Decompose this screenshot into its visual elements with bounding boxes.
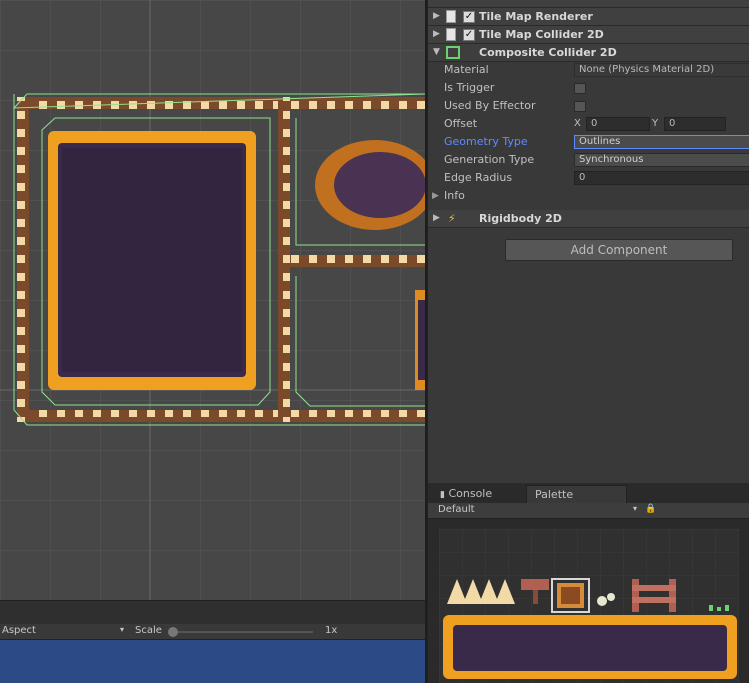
palette-toolbar: Default ▾ 🔒: [427, 503, 749, 519]
palette-dropdown[interactable]: Default: [438, 504, 475, 515]
geometry-type-label: Geometry Type: [444, 135, 528, 148]
material-label: Material: [444, 63, 489, 76]
geometry-type-dropdown[interactable]: Outlines: [574, 135, 749, 149]
tab-label: Console: [448, 487, 493, 500]
platform-right-mid: [290, 255, 425, 267]
tab-palette[interactable]: Palette: [526, 485, 627, 503]
component-title: Tile Map Collider 2D: [479, 28, 604, 41]
edge-radius-label: Edge Radius: [444, 171, 513, 184]
fold-arrow-icon[interactable]: ▶: [433, 213, 440, 223]
fold-arrow-icon[interactable]: ▶: [433, 29, 440, 39]
platform-left: [17, 97, 29, 422]
info-label[interactable]: Info: [444, 188, 465, 204]
component-header-composite-collider[interactable]: ▼ Composite Collider 2D: [428, 44, 749, 62]
used-by-effector-label: Used By Effector: [444, 99, 536, 112]
is-trigger-label: Is Trigger: [444, 81, 495, 94]
scale-value: 1x: [325, 625, 338, 636]
is-trigger-checkbox[interactable]: [574, 83, 586, 94]
used-by-effector-checkbox[interactable]: [574, 101, 586, 112]
edge-radius-input[interactable]: 0: [574, 171, 749, 185]
offset-label: Offset: [444, 117, 478, 130]
inspector-panel: ▶ ✓ Tile Map Renderer ▶ ✓ Tile Map Colli…: [427, 0, 749, 483]
tab-console[interactable]: ▮ Console: [432, 485, 500, 503]
generation-type-label: Generation Type: [444, 153, 535, 166]
offset-x-input[interactable]: 0: [586, 117, 650, 131]
component-header-rigidbody[interactable]: ▶ ⚡ Rigidbody 2D: [428, 210, 749, 228]
info-fold-icon[interactable]: ▶: [432, 188, 439, 204]
lava-tile[interactable]: [443, 615, 737, 679]
component-title: Tile Map Renderer: [479, 10, 593, 23]
material-field[interactable]: None (Physics Material 2D): [574, 63, 749, 77]
component-icon: [446, 10, 456, 23]
component-header-tilemap-renderer[interactable]: ▶ ✓ Tile Map Renderer: [428, 8, 749, 26]
component-title: Composite Collider 2D: [479, 46, 617, 59]
lock-icon[interactable]: 🔒: [645, 504, 656, 514]
enabled-checkbox[interactable]: ✓: [463, 11, 475, 23]
tab-label: Palette: [535, 488, 574, 501]
enabled-checkbox[interactable]: ✓: [463, 29, 475, 41]
palette-grid[interactable]: [439, 529, 739, 683]
platform-middle: [278, 97, 290, 422]
offset-y-input[interactable]: 0: [664, 117, 726, 131]
scene-canvas[interactable]: [0, 0, 425, 600]
scale-slider[interactable]: [178, 631, 313, 633]
component-header-tilemap[interactable]: [428, 0, 749, 8]
chevron-down-icon: ▾: [633, 504, 638, 513]
fold-arrow-icon[interactable]: ▼: [433, 47, 440, 57]
rigidbody-icon: ⚡: [448, 212, 456, 225]
platform-bottom: [17, 410, 425, 422]
game-toolbar: Aspect ▾ Scale 1x: [0, 624, 425, 640]
component-header-tilemap-collider[interactable]: ▶ ✓ Tile Map Collider 2D: [428, 26, 749, 44]
console-icon: ▮: [440, 490, 445, 500]
add-component-button[interactable]: Add Component: [505, 239, 733, 261]
tile-palette: [427, 519, 749, 683]
crate-tile[interactable]: [551, 578, 590, 613]
aspect-dropdown[interactable]: Aspect: [2, 625, 36, 636]
component-title: Rigidbody 2D: [479, 212, 562, 225]
offset-x-label: X: [574, 118, 581, 129]
scene-view[interactable]: [0, 0, 425, 600]
fold-arrow-icon[interactable]: ▶: [433, 11, 440, 21]
generation-type-dropdown[interactable]: Synchronous: [574, 153, 749, 167]
offset-y-label: Y: [652, 118, 659, 129]
scale-slider-handle[interactable]: [168, 627, 178, 637]
game-view[interactable]: [0, 640, 425, 683]
bottom-tab-bar: ▮ Console Palette: [427, 483, 749, 503]
scene-footer: [0, 600, 425, 625]
scale-label: Scale: [135, 625, 162, 636]
composite-collider-icon: [446, 46, 460, 59]
component-icon: [446, 28, 456, 41]
platform-top: [17, 97, 425, 109]
chevron-down-icon: ▾: [120, 625, 125, 634]
